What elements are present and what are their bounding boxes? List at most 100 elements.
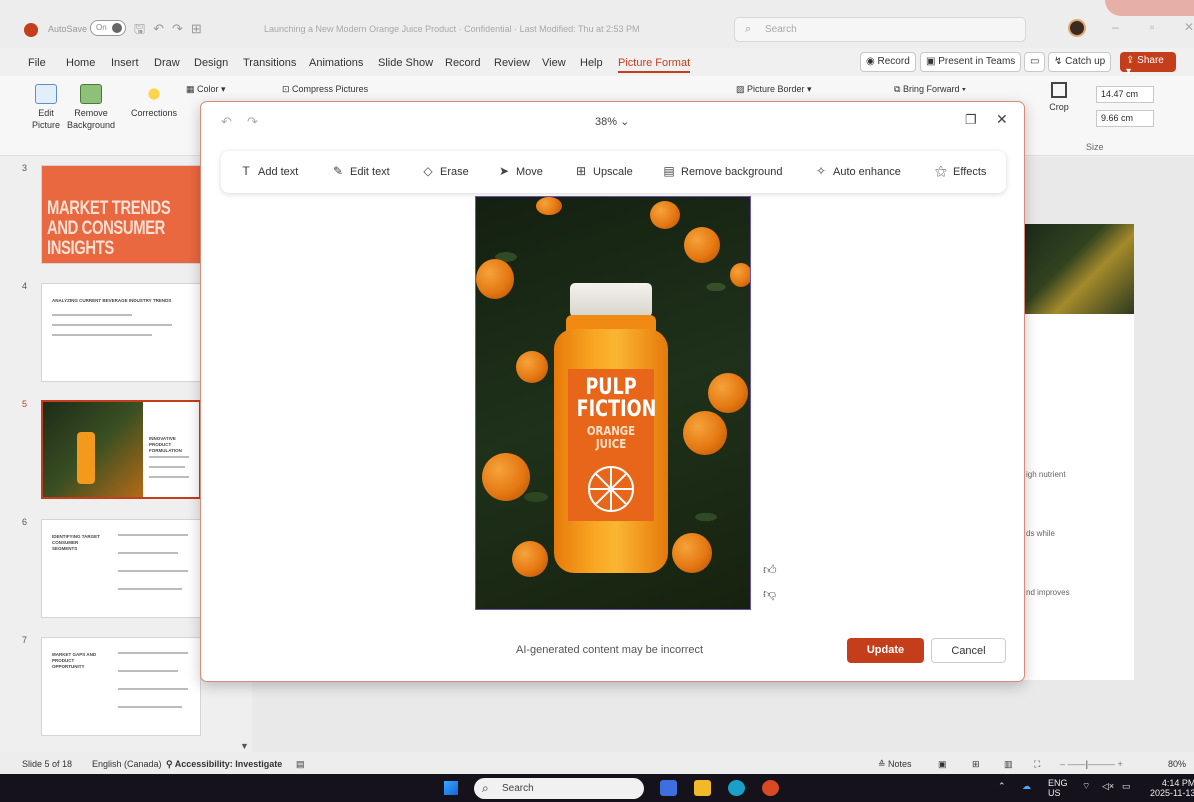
avatar[interactable] (1068, 19, 1086, 37)
tab-insert[interactable]: Insert (111, 57, 139, 69)
zoom-dropdown[interactable]: 38% ⌄ (595, 115, 629, 128)
bring-forward-button[interactable]: ⧉ Bring Forward ▾ (894, 84, 966, 95)
tray-chevron-icon[interactable]: ⌃ (998, 781, 1006, 792)
auto-enhance-tool[interactable]: ✧ Auto enhance (814, 164, 901, 178)
clock-time: 4:14 PM (1161, 778, 1194, 788)
effects-icon: ⚝ (935, 164, 947, 178)
add-text-tool[interactable]: T Add text (239, 164, 298, 178)
update-button[interactable]: Update (847, 638, 924, 663)
close-window-icon[interactable]: ✕ (1184, 20, 1194, 34)
compress-pictures-button[interactable]: ⊡ Compress Pictures (282, 84, 368, 95)
edge-browser-icon[interactable] (728, 780, 745, 796)
slide-sorter-icon[interactable]: ⊞ (972, 759, 980, 770)
wifi-icon[interactable]: ⌔ (1082, 781, 1090, 792)
notes-button[interactable]: ≙ Notes (878, 759, 912, 770)
zoom-slider[interactable]: – ——|——— + (1060, 759, 1123, 769)
edit-text-tool[interactable]: ✎ Edit text (331, 164, 390, 178)
text-line (52, 334, 152, 336)
text-line (118, 534, 188, 536)
edit-text-label: Edit text (350, 166, 390, 178)
tab-draw[interactable]: Draw (154, 57, 180, 69)
tab-animations[interactable]: Animations (309, 57, 363, 69)
tab-picture-format[interactable]: Picture Format (618, 57, 691, 73)
slide-thumbnail-7[interactable]: MARKET GAPS AND PRODUCT OPPORTUNITY (41, 637, 201, 736)
maximize-icon[interactable]: ▫ (1150, 20, 1154, 34)
thumbnail-title: ANALYZING CURRENT BEVERAGE INDUSTRY TREN… (52, 298, 172, 303)
share-button[interactable]: ⇪ Share ▾ (1120, 52, 1176, 77)
cancel-button[interactable]: Cancel (931, 638, 1006, 663)
remove-background-tool[interactable]: ▤ Remove background (662, 164, 782, 178)
quick-access-icons[interactable]: 🖫↶↷⊞ (134, 20, 210, 42)
remove-background-icon (80, 84, 102, 104)
minimize-icon[interactable]: – (1112, 20, 1119, 34)
edit-text-icon: ✎ (332, 164, 344, 178)
language-indicator[interactable]: English (Canada) (92, 759, 162, 769)
normal-view-icon[interactable]: ▣ (938, 759, 947, 770)
slide-thumbnail-4[interactable]: ANALYZING CURRENT BEVERAGE INDUSTRY TREN… (41, 283, 201, 382)
tab-transitions[interactable]: Transitions (243, 57, 296, 69)
record-button[interactable]: ◉ Record (860, 52, 916, 72)
accessibility-button[interactable]: ⚲ Accessibility: Investigate (166, 759, 282, 770)
erase-tool[interactable]: ◇ Erase (421, 164, 468, 178)
text-line (52, 314, 132, 316)
bring-forward-label: Bring Forward (902, 84, 960, 94)
presenter-view-icon[interactable]: ⛶ (1034, 759, 1040, 770)
tab-record[interactable]: Record (445, 57, 480, 69)
zoom-level[interactable]: 80% (1168, 759, 1186, 769)
slide-thumbnail-5[interactable]: INNOVATIVE PRODUCT FORMULATION (41, 400, 201, 499)
close-icon[interactable]: ✕ (996, 111, 1008, 128)
scroll-down-icon[interactable]: ▼ (240, 741, 249, 751)
generated-image[interactable]: PULP FICTION ORANGE JUICE (475, 196, 751, 610)
powerpoint-taskbar-icon[interactable] (762, 780, 779, 796)
edit-picture-button[interactable]: Edit Picture (28, 84, 64, 131)
battery-icon[interactable]: ▭ (1122, 781, 1131, 792)
record-label: Record (877, 56, 910, 67)
effects-tool[interactable]: ⚝ Effects (934, 164, 986, 179)
move-tool[interactable]: ➤ Move (497, 164, 543, 178)
color-label: Color (197, 84, 219, 94)
redo-icon[interactable]: ↷ (247, 114, 258, 130)
taskbar-search[interactable]: ⌕ Search (474, 778, 644, 799)
slide-thumbnail-3[interactable]: MARKET TRENDS AND CONSUMER INSIGHTS (41, 165, 201, 264)
remove-background-button[interactable]: Remove Background (66, 84, 116, 131)
undo-icon[interactable]: ↶ (221, 114, 232, 130)
width-field[interactable]: 9.66 cm (1096, 110, 1154, 127)
color-button[interactable]: ▦ Color ▾ (186, 84, 226, 95)
crop-button[interactable]: Crop (1044, 82, 1074, 113)
label-text: JUICE (595, 437, 627, 451)
picture-border-button[interactable]: ▨ Picture Border ▾ (736, 84, 812, 95)
magic-wand-icon: ✧ (815, 164, 827, 178)
comments-button[interactable]: ▭ (1024, 52, 1046, 72)
tab-help[interactable]: Help (580, 57, 603, 69)
ai-disclaimer: AI-generated content may be incorrect (516, 644, 704, 656)
thumbs-up-icon[interactable]: 👍︎ (763, 562, 777, 578)
file-explorer-icon[interactable] (694, 780, 711, 796)
language-tray[interactable]: ENG US (1048, 778, 1068, 798)
corrections-button[interactable]: Corrections (128, 84, 180, 119)
copilot-icon[interactable] (660, 780, 677, 796)
thumbs-down-icon[interactable]: 👎︎ (763, 586, 776, 602)
tab-home[interactable]: Home (66, 57, 95, 69)
volume-icon[interactable]: ◁× (1102, 781, 1114, 792)
onedrive-icon[interactable]: ☁ (1022, 781, 1031, 792)
reading-view-icon[interactable]: ▥ (1004, 759, 1013, 770)
thumbnail-bottle (77, 432, 95, 484)
height-field[interactable]: 14.47 cm (1096, 86, 1154, 103)
restore-icon[interactable]: ❐ (965, 112, 977, 128)
present-in-teams-button[interactable]: ▣ Present in Teams (920, 52, 1022, 72)
autosave-toggle[interactable]: On (90, 20, 126, 36)
slide-thumbnail-6[interactable]: IDENTIFYING TARGET CONSUMER SEGMENTS (41, 519, 201, 618)
display-settings-icon[interactable]: ▤ (296, 759, 305, 770)
upscale-icon: ⊞ (575, 164, 587, 178)
tab-file[interactable]: File (28, 57, 46, 69)
document-title[interactable]: Launching a New Modern Orange Juice Prod… (264, 24, 640, 34)
catch-up-button[interactable]: ↯ Catch up (1048, 52, 1112, 72)
clock[interactable]: 4:14 PM 2025-11-13 (1150, 778, 1194, 798)
windows-start-icon[interactable] (444, 781, 458, 795)
tab-design[interactable]: Design (194, 57, 228, 69)
search-input[interactable]: ⌕ Search (734, 17, 1026, 42)
upscale-tool[interactable]: ⊞ Upscale (574, 164, 633, 178)
tab-slide-show[interactable]: Slide Show (378, 57, 433, 69)
tab-review[interactable]: Review (494, 57, 530, 69)
tab-view[interactable]: View (542, 57, 566, 69)
